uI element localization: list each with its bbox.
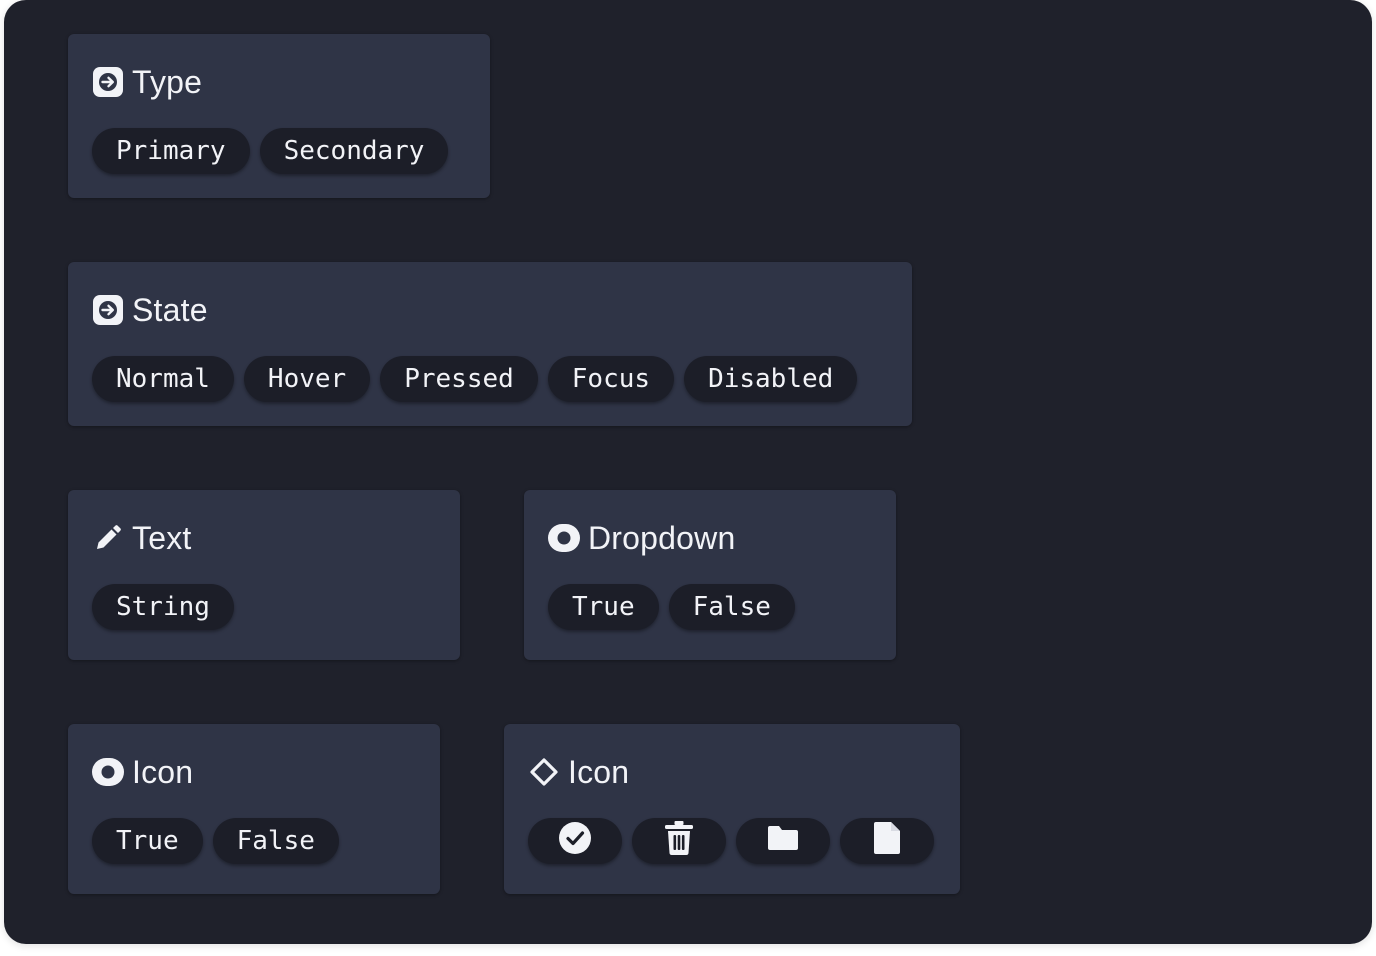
card-title: Type <box>132 64 203 100</box>
option-list: Normal Hover Pressed Focus Disabled <box>92 356 858 402</box>
option-chip-false[interactable]: False <box>668 584 795 630</box>
toggle-eye-icon <box>548 522 580 554</box>
option-chip-normal[interactable]: Normal <box>92 356 234 402</box>
diamond-icon <box>528 756 560 788</box>
card-header: Icon <box>92 750 193 794</box>
card-title: Icon <box>568 754 630 790</box>
property-card-dropdown: Dropdown True False <box>524 490 896 660</box>
option-chip-string[interactable]: String <box>92 584 234 630</box>
property-card-state: State Normal Hover Pressed Focus Disable… <box>68 262 912 426</box>
property-card-type: Type Primary Secondary <box>68 34 490 198</box>
option-chip-focus[interactable]: Focus <box>547 356 675 402</box>
card-title: Dropdown <box>588 520 736 556</box>
option-chip-primary[interactable]: Primary <box>92 128 250 174</box>
folder-icon <box>766 824 800 859</box>
card-header: Type <box>92 60 202 104</box>
option-chip-pressed[interactable]: Pressed <box>380 356 538 402</box>
property-card-icon-toggle: Icon True False <box>68 724 440 894</box>
option-list: True False <box>92 818 339 864</box>
card-title: Text <box>132 520 192 556</box>
card-title: Icon <box>132 754 194 790</box>
card-header: Text <box>92 516 192 560</box>
arrow-right-square-icon <box>92 66 124 98</box>
option-chip-true[interactable]: True <box>548 584 659 630</box>
trash-icon <box>664 820 694 862</box>
option-chip-trash[interactable] <box>632 818 726 864</box>
option-list: Primary Secondary <box>92 128 449 174</box>
option-list: True False <box>548 584 795 630</box>
option-chip-file[interactable] <box>840 818 934 864</box>
option-chip-disabled[interactable]: Disabled <box>684 356 858 402</box>
property-card-icon-swap: Icon <box>504 724 960 894</box>
card-title: State <box>132 292 208 328</box>
option-chip-hover[interactable]: Hover <box>243 356 371 402</box>
card-header: Dropdown <box>548 516 735 560</box>
option-chip-true[interactable]: True <box>92 818 203 864</box>
property-card-text: Text String <box>68 490 460 660</box>
option-chip-folder[interactable] <box>736 818 830 864</box>
properties-canvas: Type Primary Secondary State Normal Hove… <box>4 0 1372 944</box>
option-chip-secondary[interactable]: Secondary <box>259 128 449 174</box>
arrow-right-square-icon <box>92 294 124 326</box>
card-header: State <box>92 288 208 332</box>
pencil-icon <box>92 522 124 554</box>
file-icon <box>873 821 901 862</box>
card-header: Icon <box>528 750 629 794</box>
option-chip-false[interactable]: False <box>212 818 339 864</box>
option-chip-check[interactable] <box>528 818 622 864</box>
option-list: String <box>92 584 234 630</box>
check-circle-icon <box>558 821 592 862</box>
toggle-eye-icon <box>92 756 124 788</box>
option-list <box>528 818 934 864</box>
